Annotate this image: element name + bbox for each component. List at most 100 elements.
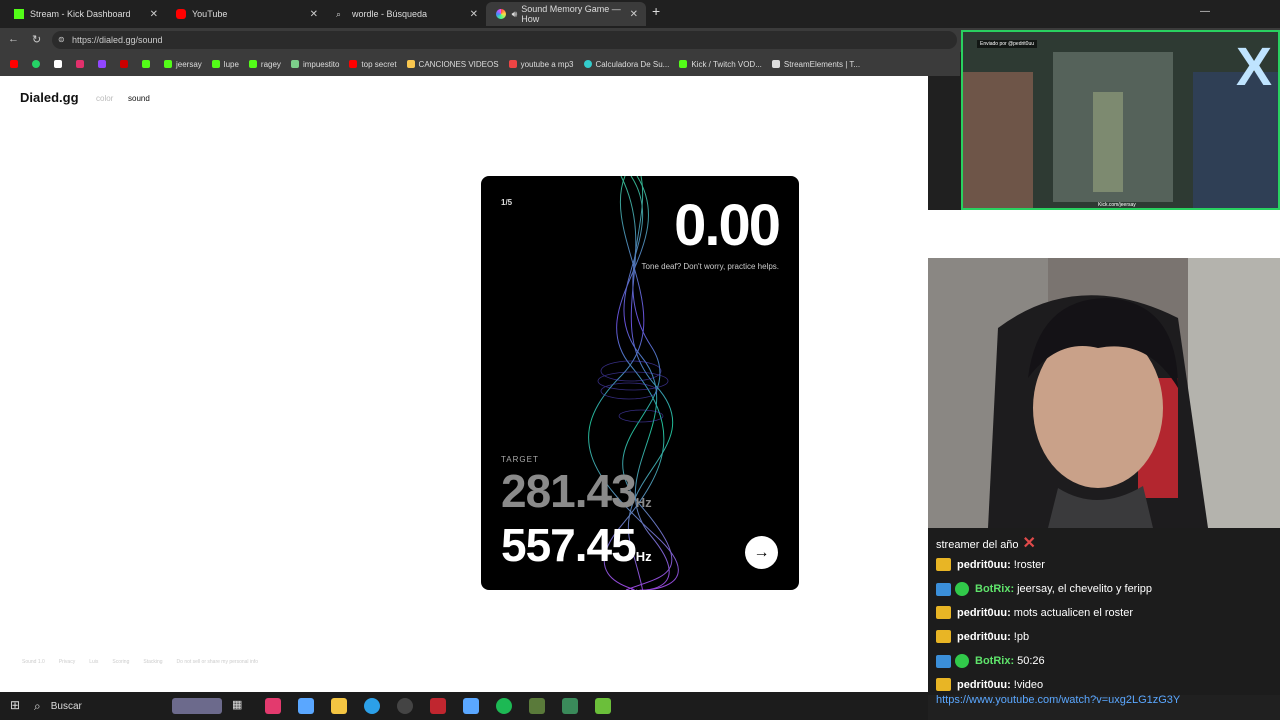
- chat-message: BotRix: 50:26: [936, 654, 1045, 668]
- chat-text: !roster: [1013, 558, 1045, 571]
- game-icon[interactable]: [529, 698, 545, 714]
- youtube-icon: [176, 9, 186, 19]
- x-logo-icon: X: [1235, 37, 1272, 97]
- chat-text: !video: [1013, 678, 1044, 691]
- webcam-feed: [928, 258, 1280, 528]
- nav-color-link[interactable]: color: [96, 94, 113, 103]
- webcam-image: [928, 258, 1280, 528]
- close-icon[interactable]: ✕: [150, 9, 158, 20]
- unit-label: Hz: [635, 495, 652, 510]
- page-content-right: [928, 210, 1280, 258]
- tab-kick-dashboard[interactable]: Stream - Kick Dashboard ✕: [4, 2, 166, 26]
- unit-label: Hz: [635, 549, 652, 564]
- target-frequency: 281.43Hz: [501, 465, 652, 517]
- round-counter: 1/5: [501, 198, 513, 207]
- bookmark-impuestito[interactable]: impuestito: [290, 60, 339, 69]
- bookmark-lupe[interactable]: lupe: [211, 60, 239, 69]
- bookmark-streamelements[interactable]: StreamElements | T...: [771, 60, 860, 69]
- footer-privacy-link[interactable]: Privacy: [59, 659, 75, 665]
- bookmark-youtube-mp3[interactable]: youtube a mp3: [508, 60, 574, 69]
- tab-label: Stream - Kick Dashboard: [30, 9, 131, 19]
- close-icon[interactable]: ✕: [310, 9, 318, 20]
- score-value: 0.00: [674, 193, 781, 258]
- new-tab-button[interactable]: +: [652, 3, 660, 19]
- taskbar: ⊞ ⌕ Buscar ▦: [0, 692, 928, 720]
- footer-luis-link[interactable]: Luis: [89, 659, 98, 665]
- crown-badge-icon: [936, 630, 951, 643]
- folder-icon[interactable]: [331, 698, 347, 714]
- bookmark-calculadora[interactable]: Calculadora De Su...: [583, 60, 669, 69]
- bookmark-canciones-videos[interactable]: CANCIONES VIDEOS: [406, 60, 499, 69]
- bookmark-jeersay[interactable]: jeersay: [164, 60, 202, 69]
- tiktok-icon[interactable]: [265, 698, 281, 714]
- bookmark-ragey[interactable]: ragey: [248, 60, 281, 69]
- footer-version: Sound 1.0: [22, 659, 45, 665]
- sender-label: Enviado por @pedrit0uu: [977, 40, 1037, 48]
- chat-title: streamer del año ✕: [928, 528, 1280, 552]
- app-blue-icon[interactable]: [463, 698, 479, 714]
- gameplay-scene-image: [963, 32, 1278, 208]
- nav-sound-link[interactable]: sound: [128, 94, 150, 103]
- obs-icon[interactable]: [397, 698, 413, 714]
- task-view-icon[interactable]: ▦: [232, 698, 248, 714]
- bookmark-instagram-icon[interactable]: [76, 60, 88, 68]
- bookmark-youtube-icon[interactable]: [10, 60, 22, 68]
- chat-panel: pedrit0uu: !roster BotRix: jeersay, el c…: [928, 550, 1280, 695]
- next-button[interactable]: →: [745, 536, 778, 569]
- reload-icon[interactable]: ↻: [32, 33, 41, 46]
- chat-message: pedrit0uu: !roster: [936, 558, 1045, 571]
- lock-icon: ⊜: [58, 35, 65, 44]
- overlay-caption: Kick.com/jeersay: [1098, 202, 1136, 208]
- tab-bar: Stream - Kick Dashboard ✕ YouTube ✕ ⌕ wo…: [0, 0, 1280, 28]
- edge-icon[interactable]: [364, 698, 380, 714]
- windows-start-icon[interactable]: ⊞: [10, 698, 20, 712]
- chat-username: pedrit0uu:: [957, 606, 1011, 619]
- url-field[interactable]: ⊜ https://dialed.gg/sound: [52, 31, 957, 49]
- tab-sound-memory[interactable]: 🔊︎ Sound Memory Game — How ✕: [486, 2, 646, 26]
- tab-label: wordle - Búsqueda: [352, 9, 428, 19]
- footer-do-not-sell-link[interactable]: Do not sell or share my personal info: [177, 659, 258, 665]
- site-logo[interactable]: Dialed.gg: [20, 90, 79, 105]
- close-icon[interactable]: ✕: [470, 9, 478, 20]
- app-red-icon[interactable]: [430, 698, 446, 714]
- chat-message: BotRix: jeersay, el chevelito y feripp: [936, 582, 1152, 596]
- back-arrow-icon[interactable]: ←: [8, 33, 19, 45]
- tab-youtube[interactable]: YouTube ✕: [166, 2, 326, 26]
- footer-scoring-link[interactable]: Scoring: [112, 659, 129, 665]
- tab-wordle[interactable]: ⌕ wordle - Búsqueda ✕: [326, 2, 486, 26]
- guess-frequency: 557.45Hz: [501, 519, 652, 571]
- game-card: 1/5 0.00 Tone deaf? Don't worry, practic…: [481, 176, 799, 590]
- app-icon[interactable]: [298, 698, 314, 714]
- chat-username: BotRix:: [975, 655, 1015, 667]
- bookmark-whatsapp-icon[interactable]: [32, 60, 44, 68]
- crown-badge-icon: [936, 678, 951, 691]
- score-message: Tone deaf? Don't worry, practice helps.: [641, 262, 779, 271]
- verified-badge-icon: [955, 654, 969, 668]
- chat-text: 50:26: [1017, 655, 1045, 667]
- widget-icon[interactable]: [172, 698, 222, 714]
- chat-link[interactable]: https://www.youtube.com/watch?v=uxg2LG1z…: [936, 694, 1180, 706]
- bookmark-kick-twitch-vod[interactable]: Kick / Twitch VOD...: [679, 60, 762, 69]
- bookmark-red-icon[interactable]: [120, 60, 132, 68]
- chat-text: mots actualicen el roster: [1013, 606, 1133, 619]
- spotify-icon[interactable]: [496, 698, 512, 714]
- search-icon: ⌕: [34, 698, 41, 713]
- minimize-button[interactable]: —: [1200, 6, 1210, 17]
- target-label: TARGET: [501, 455, 539, 464]
- bookmark-top-secret[interactable]: top secret: [349, 60, 397, 69]
- chat-message: pedrit0uu: !pb: [936, 630, 1029, 643]
- bookmarks-bar: jeersay lupe ragey impuestito top secret…: [0, 52, 960, 76]
- arrow-right-icon: →: [753, 544, 770, 561]
- bot-badge-icon: [936, 654, 951, 668]
- chat-text: !pb: [1013, 630, 1030, 643]
- minecraft-icon[interactable]: [595, 698, 611, 714]
- chat-message: pedrit0uu: mots actualicen el roster: [936, 606, 1133, 619]
- app-green-icon[interactable]: [562, 698, 578, 714]
- bookmark-kick-icon[interactable]: [142, 60, 154, 68]
- footer-stacking-link[interactable]: Stacking: [143, 659, 162, 665]
- close-icon[interactable]: ✕: [630, 9, 638, 20]
- bookmark-x-icon[interactable]: [54, 60, 66, 68]
- url-text: https://dialed.gg/sound: [72, 35, 163, 45]
- site-footer: Sound 1.0 Privacy Luis Scoring Stacking …: [22, 659, 272, 665]
- bookmark-twitch-icon[interactable]: [98, 60, 110, 68]
